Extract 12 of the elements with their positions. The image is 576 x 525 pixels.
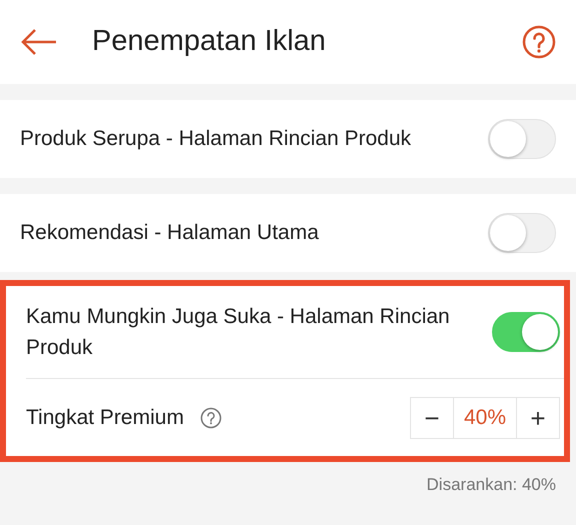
help-icon[interactable] [200, 406, 222, 428]
placement-label: Kamu Mungkin Juga Suka - Halaman Rincian Produk [26, 304, 451, 361]
placement-label: Rekomendasi - Halaman Utama [20, 220, 319, 246]
placement-label: Produk Serupa - Halaman Rincian Produk [20, 126, 412, 152]
toggle-switch[interactable] [488, 119, 556, 159]
toggle-switch[interactable] [492, 312, 560, 352]
recommended-hint: Disarankan: 40% [426, 474, 557, 496]
premium-label: Tingkat Premium [26, 404, 184, 431]
help-icon[interactable] [522, 25, 556, 59]
toggle-switch[interactable] [488, 213, 556, 253]
back-icon[interactable] [20, 27, 58, 57]
page-title: Penempatan Iklan [92, 24, 327, 60]
